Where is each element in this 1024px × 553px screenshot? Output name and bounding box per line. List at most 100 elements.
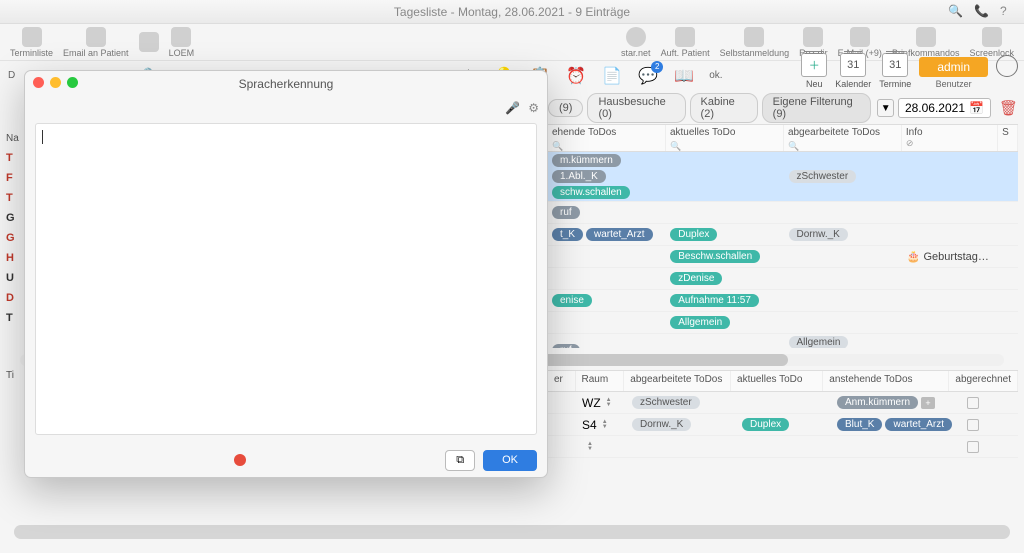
main-table-header: ehende ToDos aktuelles ToDo abgearbeitet… — [548, 124, 1018, 152]
name-initial[interactable]: G — [6, 212, 26, 232]
filter-tab-0[interactable]: (9) — [548, 99, 583, 117]
table-row[interactable]: S4▲▼Dornw._KDuplexBlut_Kwartet_Arzt — [548, 414, 1018, 436]
table-row[interactable]: Beschw.schallen 🎂 Geburtstag… — [548, 246, 1018, 268]
name-initial[interactable]: U — [6, 272, 26, 292]
window-controls[interactable] — [33, 77, 78, 88]
todo-tag[interactable]: ruf — [552, 344, 580, 348]
col-search-2[interactable] — [788, 138, 897, 152]
btn-terminliste[interactable]: Terminliste — [10, 27, 53, 58]
funnel-icon[interactable]: ▼ — [877, 99, 894, 117]
table-row[interactable]: ruf — [548, 202, 1018, 224]
user-label: Benutzer — [936, 79, 972, 89]
stepper[interactable]: ▲▼ — [602, 420, 608, 430]
table-row[interactable]: rufAllgemeinRezept+ — [548, 334, 1018, 348]
ok-button[interactable]: OK — [483, 450, 537, 471]
main-table-body: m.kümmern 1.Abl._K schw.schallen zSchwester… — [548, 152, 1018, 348]
todo-tag[interactable]: Allgemein — [789, 336, 849, 348]
todo-tag[interactable]: wartet_Arzt — [885, 418, 952, 431]
lower-table-body: WZ▲▼zSchwesterAnm.kümmern+S4▲▼Dornw._KDu… — [548, 392, 1018, 492]
doc-icon[interactable]: 📄 — [601, 65, 623, 87]
book-icon[interactable]: 📖 — [673, 65, 695, 87]
speech-textarea[interactable] — [35, 123, 537, 435]
todo-tag[interactable]: Dornw._K — [632, 418, 691, 431]
todo-tag[interactable]: Duplex — [670, 228, 717, 241]
table-row[interactable]: enise Aufnahme 11:57 — [548, 290, 1018, 312]
gear-icon[interactable]: ⚙︎ — [528, 101, 539, 115]
btn-termine[interactable]: 31 Termine — [879, 53, 911, 89]
name-initial[interactable]: T — [6, 152, 26, 172]
btn-selbstanmeldung[interactable]: Selbstanmeldung — [720, 27, 790, 58]
search-icon[interactable]: 🔍 — [948, 4, 964, 20]
name-initial[interactable]: D — [6, 292, 26, 312]
lower-table-header: er Raum abgearbeitete ToDos aktuelles To… — [548, 370, 1018, 392]
trash-icon[interactable]: 🗑 — [999, 99, 1018, 117]
bottom-scrollbar[interactable] — [14, 525, 1010, 539]
todo-tag[interactable]: Beschw.schallen — [670, 250, 760, 263]
table-row[interactable]: WZ▲▼zSchwesterAnm.kümmern+ — [548, 392, 1018, 414]
btn-blank[interactable] — [139, 32, 159, 53]
help-icon[interactable]: ? — [1000, 4, 1016, 20]
btn-kalender[interactable]: 31 Kalender — [835, 53, 871, 89]
todo-tag[interactable]: Anm.kümmern — [837, 396, 918, 409]
name-initial[interactable]: T — [6, 312, 26, 332]
todo-tag[interactable]: Dornw._K — [789, 228, 848, 241]
alarm-icon[interactable]: ⏰ — [565, 65, 587, 87]
table-row[interactable]: t_Kwartet_Arzt Duplex Dornw._K — [548, 224, 1018, 246]
col-info: Info — [906, 127, 993, 138]
header-right: ＋ Neu 31 Kalender 31 Termine admin Benut… — [801, 24, 1018, 89]
left-name-column: Na TFTGGHUDT — [6, 124, 26, 332]
filter-tab-3[interactable]: Eigene Filterung (9) — [762, 93, 872, 123]
todo-tag[interactable]: schw.schallen — [552, 186, 630, 199]
todo-tag[interactable]: m.kümmern — [552, 154, 621, 167]
stepper[interactable]: ▲▼ — [587, 442, 593, 452]
btn-email-patient[interactable]: Email an Patient — [63, 27, 129, 58]
name-initial[interactable]: T — [6, 192, 26, 212]
todo-tag[interactable]: wartet_Arzt — [586, 228, 653, 241]
user-button[interactable]: admin — [919, 57, 988, 77]
todo-tag[interactable]: zSchwester — [789, 170, 857, 183]
stepper[interactable]: ▲▼ — [606, 398, 612, 408]
checkbox[interactable] — [967, 397, 979, 409]
checkbox[interactable] — [967, 441, 979, 453]
btn-auft-patient[interactable]: Auft. Patient — [661, 27, 710, 58]
plus-icon[interactable]: + — [921, 397, 935, 409]
todo-tag[interactable]: Blut_K — [837, 418, 882, 431]
filter-bar: (9) Hausbesuche (0) Kabine (2) Eigene Fi… — [548, 96, 1018, 120]
chat-icon[interactable]: 💬 — [637, 65, 659, 87]
filter-tab-2[interactable]: Kabine (2) — [690, 93, 758, 123]
window-titlebar: Tagesliste - Montag, 28.06.2021 - 9 Eint… — [0, 0, 1024, 24]
todo-tag[interactable]: ruf — [552, 206, 580, 219]
window-title: Tagesliste - Montag, 28.06.2021 - 9 Eint… — [394, 5, 630, 19]
speech-dialog: Spracherkennung 🎤 ⚙︎ ⧉ OK — [24, 70, 548, 478]
dialog-titlebar[interactable]: Spracherkennung — [25, 71, 547, 97]
btn-loem[interactable]: LOEM — [169, 27, 195, 58]
name-initial[interactable]: F — [6, 172, 26, 192]
filter-tab-1[interactable]: Hausbesuche (0) — [587, 93, 685, 123]
btn-starnet[interactable]: star.net — [621, 27, 651, 58]
btn-neu[interactable]: ＋ Neu — [801, 53, 827, 89]
todo-tag[interactable]: Duplex — [742, 418, 789, 431]
todo-tag[interactable]: zSchwester — [632, 396, 700, 409]
phone-icon[interactable]: 📞 — [974, 4, 990, 20]
record-indicator[interactable] — [234, 454, 246, 466]
col-search-1[interactable] — [670, 138, 779, 152]
name-initial[interactable]: H — [6, 252, 26, 272]
todo-tag[interactable]: 1.Abl._K — [552, 170, 606, 183]
name-initial[interactable]: G — [6, 232, 26, 252]
mic-icon[interactable]: 🎤 — [505, 101, 520, 115]
table-row[interactable]: Allgemein — [548, 312, 1018, 334]
todo-tag[interactable]: zDenise — [670, 272, 722, 285]
copy-button[interactable]: ⧉ — [445, 450, 475, 471]
todo-tag[interactable]: enise — [552, 294, 592, 307]
table-row[interactable]: m.kümmern 1.Abl._K schw.schallen zSchwester — [548, 152, 1018, 202]
date-picker[interactable]: 28.06.2021 📅 — [898, 98, 991, 118]
todo-tag[interactable]: Allgemein — [670, 316, 730, 329]
info-text: 🎂 Geburtstag… — [907, 250, 989, 263]
todo-tag[interactable]: Aufnahme 11:57 — [670, 294, 759, 307]
table-row[interactable]: zDenise — [548, 268, 1018, 290]
globe-button[interactable] — [996, 55, 1018, 89]
checkbox[interactable] — [967, 419, 979, 431]
table-row[interactable]: ▲▼ — [548, 436, 1018, 458]
col-search-0[interactable] — [552, 138, 661, 152]
todo-tag[interactable]: t_K — [552, 228, 583, 241]
